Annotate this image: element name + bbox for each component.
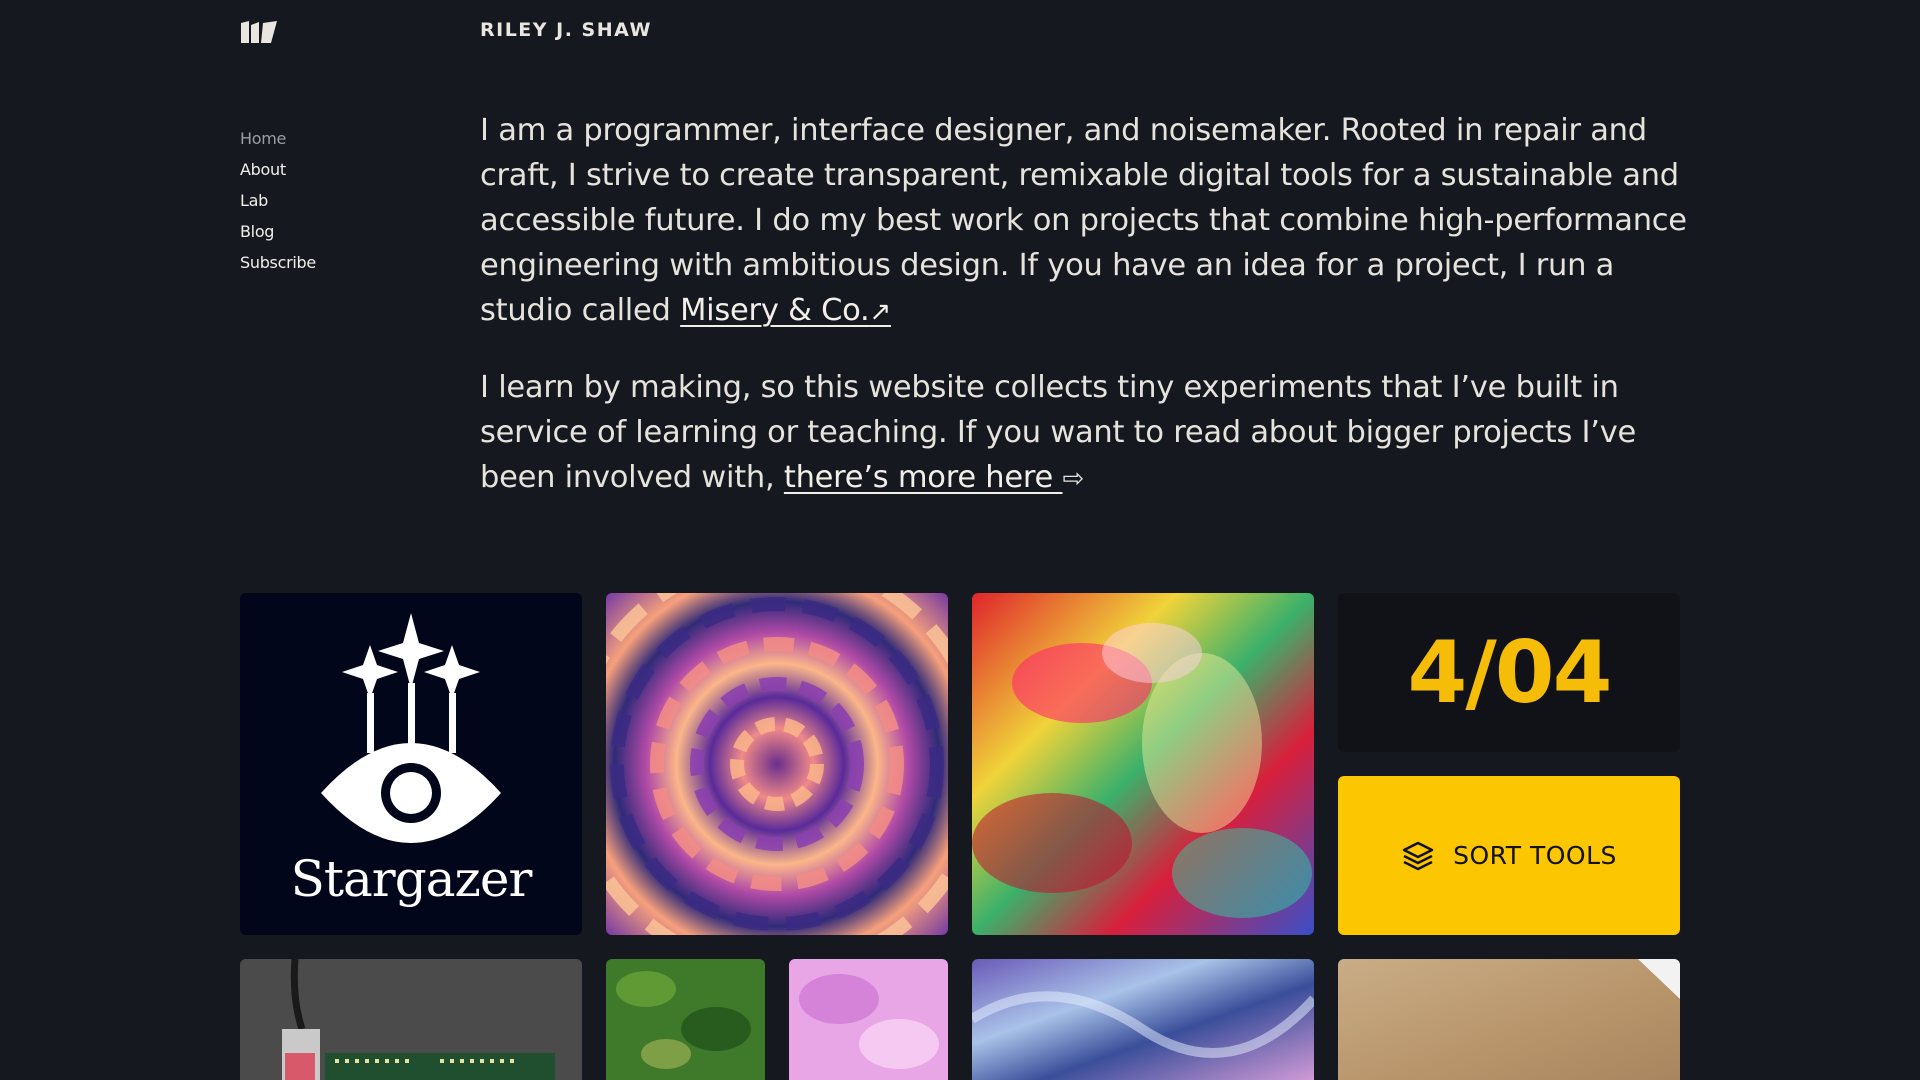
intro-paragraph-1: I am a programmer, interface designer, a…: [480, 108, 1690, 335]
sort-tools-button[interactable]: SORT TOOLS: [1338, 776, 1680, 935]
sidebar-nav: Home About Lab Blog Subscribe: [240, 123, 316, 278]
external-arrow-icon: ↗: [869, 297, 891, 327]
tile-counter: 4/04: [1338, 593, 1680, 752]
tile-stargazer[interactable]: Stargazer: [240, 593, 582, 935]
nav-item-blog[interactable]: Blog: [240, 216, 316, 247]
tile-green-texture[interactable]: [606, 959, 765, 1080]
wood-image: [1338, 959, 1680, 1080]
tile-spiral-fractal[interactable]: [606, 593, 948, 935]
pink-texture-image: [789, 959, 948, 1080]
nav-item-lab[interactable]: Lab: [240, 185, 316, 216]
circuit-board-image: [240, 959, 582, 1080]
nav-item-home[interactable]: Home: [240, 123, 316, 154]
more-projects-link-label: there’s more here: [783, 460, 1054, 495]
tile-pink-texture[interactable]: [789, 959, 948, 1080]
site-name[interactable]: RILEY J. SHAW: [480, 19, 652, 41]
tile-holographic[interactable]: [972, 959, 1314, 1080]
green-texture-image: [606, 959, 765, 1080]
tile-wood[interactable]: [1338, 959, 1680, 1080]
misery-co-link[interactable]: Misery & Co.↗: [680, 293, 891, 328]
tile-circuit-board[interactable]: [240, 959, 582, 1080]
stargazer-title: Stargazer: [290, 850, 533, 908]
spiral-fractal-image: [606, 593, 948, 935]
counter-text: 4/04: [1407, 622, 1613, 723]
tile-fluid-painting[interactable]: [972, 593, 1314, 935]
right-arrow-icon: ⇨: [1062, 464, 1085, 494]
intro-text-1: I am a programmer, interface designer, a…: [480, 113, 1687, 328]
intro-paragraph-2: I learn by making, so this website colle…: [480, 365, 1690, 502]
nav-item-about[interactable]: About: [240, 154, 316, 185]
logo-icon[interactable]: [240, 20, 278, 44]
fluid-painting-image: [972, 593, 1314, 935]
misery-co-link-label: Misery & Co.: [680, 293, 870, 328]
sort-tools-label: SORT TOOLS: [1453, 841, 1617, 870]
intro: I am a programmer, interface designer, a…: [480, 108, 1690, 532]
holographic-image: [972, 959, 1314, 1080]
layers-icon: [1402, 841, 1434, 870]
nav-item-subscribe[interactable]: Subscribe: [240, 247, 316, 278]
more-projects-link[interactable]: there’s more here: [784, 460, 1063, 495]
